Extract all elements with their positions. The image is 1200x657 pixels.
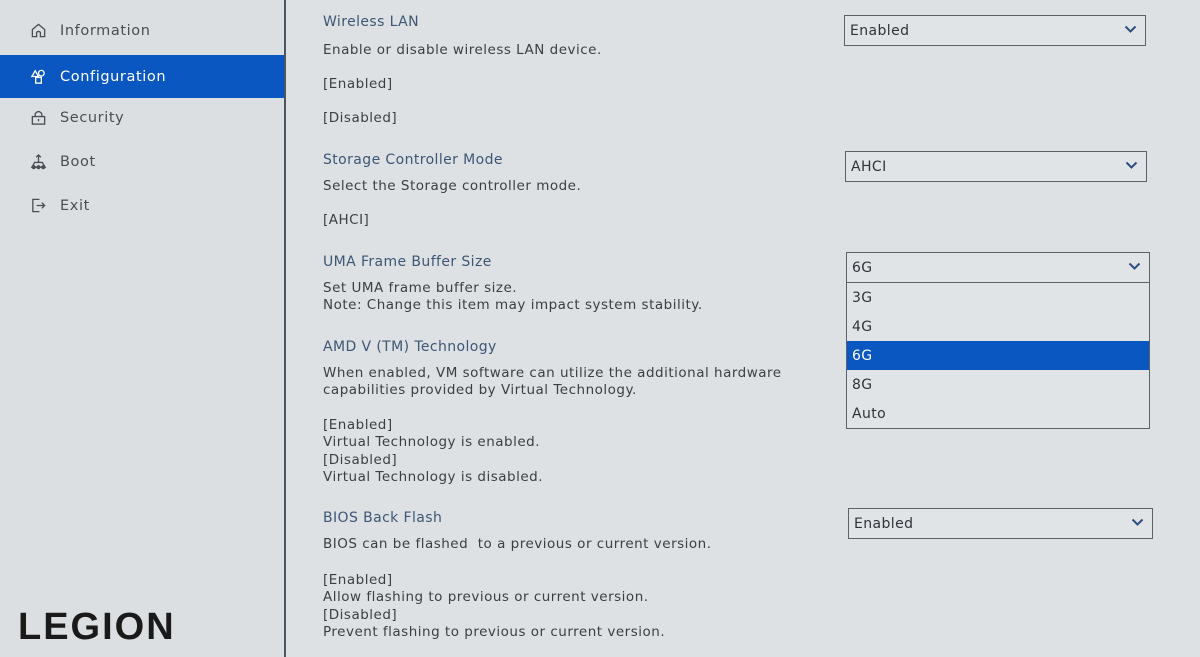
sidebar-item-configuration[interactable]: Configuration: [0, 55, 285, 98]
sidebar-item-label: Configuration: [60, 68, 167, 85]
sidebar-item-label: Security: [60, 109, 125, 126]
sidebar: Information Configuration Security Boot …: [0, 0, 285, 657]
storage-controller-option-ahci: [AHCI]: [323, 212, 370, 228]
sidebar-item-security[interactable]: Security: [0, 96, 285, 139]
amd-v-title: AMD V (TM) Technology: [323, 339, 497, 355]
sidebar-item-information[interactable]: Information: [0, 9, 285, 52]
uma-frame-buffer-value: 6G: [852, 259, 873, 276]
uma-frame-buffer-description-1: Set UMA frame buffer size.: [323, 280, 518, 296]
configuration-icon: [29, 68, 47, 86]
bios-back-flash-option-disabled: [Disabled]: [323, 607, 398, 623]
dropdown-option-4g[interactable]: 4G: [847, 312, 1149, 341]
wireless-lan-value: Enabled: [850, 22, 910, 39]
wireless-lan-option-enabled: [Enabled]: [323, 76, 393, 92]
chevron-down-icon: [1124, 25, 1137, 33]
dropdown-option-8g[interactable]: 8G: [847, 370, 1149, 399]
storage-controller-value: AHCI: [851, 158, 887, 175]
dropdown-option-auto[interactable]: Auto: [847, 399, 1149, 428]
storage-controller-description: Select the Storage controller mode.: [323, 178, 582, 194]
sidebar-item-label: Information: [60, 22, 151, 39]
uma-frame-buffer-select[interactable]: 6G: [846, 252, 1150, 283]
sidebar-item-exit[interactable]: Exit: [0, 184, 285, 227]
dropdown-option-6g[interactable]: 6G: [847, 341, 1149, 370]
wireless-lan-option-disabled: [Disabled]: [323, 110, 398, 126]
uma-frame-buffer-title: UMA Frame Buffer Size: [323, 254, 492, 270]
bios-back-flash-select[interactable]: Enabled: [848, 508, 1153, 539]
chevron-down-icon: [1128, 262, 1141, 270]
amd-v-disabled-description: Virtual Technology is disabled.: [323, 469, 544, 485]
uma-frame-buffer-description-2: Note: Change this item may impact system…: [323, 297, 703, 313]
sidebar-item-boot[interactable]: Boot: [0, 140, 285, 183]
amd-v-description-2: capabilities provided by Virtual Technol…: [323, 382, 637, 398]
wireless-lan-select[interactable]: Enabled: [844, 15, 1146, 46]
uma-frame-buffer-dropdown: 3G 4G 6G 8G Auto: [846, 283, 1150, 429]
sidebar-item-label: Exit: [60, 197, 90, 214]
amd-v-option-disabled: [Disabled]: [323, 452, 398, 468]
wireless-lan-description: Enable or disable wireless LAN device.: [323, 42, 602, 58]
exit-icon: [29, 197, 47, 215]
amd-v-enabled-description: Virtual Technology is enabled.: [323, 434, 541, 450]
bios-back-flash-option-enabled: [Enabled]: [323, 572, 393, 588]
bios-back-flash-title: BIOS Back Flash: [323, 510, 443, 526]
bios-back-flash-disabled-description: Prevent flashing to previous or current …: [323, 624, 666, 640]
legion-logo: LEGION: [18, 606, 176, 648]
bios-back-flash-value: Enabled: [854, 515, 914, 532]
amd-v-option-enabled: [Enabled]: [323, 417, 393, 433]
home-icon: [29, 22, 47, 40]
boot-icon: [29, 153, 47, 171]
chevron-down-icon: [1131, 518, 1144, 526]
dropdown-option-3g[interactable]: 3G: [847, 283, 1149, 312]
storage-controller-title: Storage Controller Mode: [323, 152, 503, 168]
chevron-down-icon: [1125, 161, 1138, 169]
sidebar-item-label: Boot: [60, 153, 96, 170]
configuration-panel: Wireless LAN Enable or disable wireless …: [286, 0, 1200, 657]
amd-v-description-1: When enabled, VM software can utilize th…: [323, 365, 782, 381]
lock-icon: [29, 109, 47, 127]
bios-back-flash-enabled-description: Allow flashing to previous or current ve…: [323, 589, 649, 605]
wireless-lan-title: Wireless LAN: [323, 14, 419, 30]
storage-controller-select[interactable]: AHCI: [845, 151, 1147, 182]
bios-back-flash-description: BIOS can be flashed to a previous or cur…: [323, 536, 712, 552]
